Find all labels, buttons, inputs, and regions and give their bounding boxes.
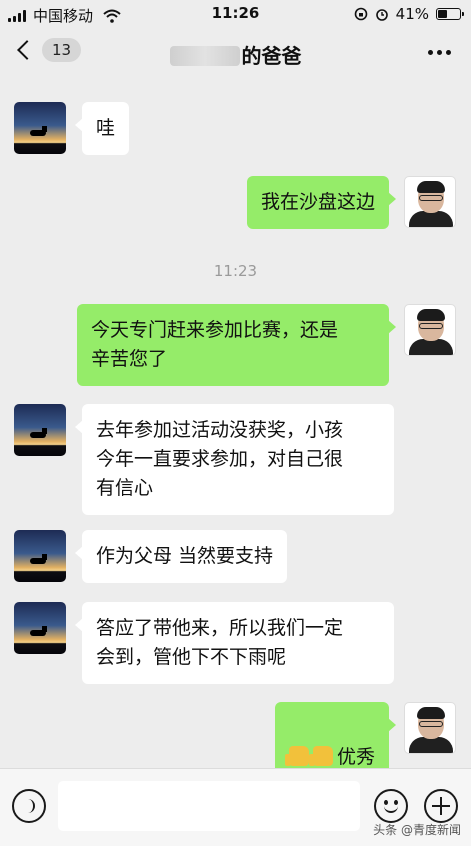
message-text: 优秀: [336, 746, 375, 768]
emoji-icon: [376, 791, 406, 821]
rotation-lock-icon: [354, 7, 367, 21]
contact-avatar[interactable]: [14, 102, 66, 154]
contact-avatar[interactable]: [14, 530, 66, 582]
chat-nav-bar: 13 的爸爸: [0, 28, 471, 78]
thumbs-up-emoji-icon: [284, 746, 309, 766]
watermark: 头条 @青度新闻: [373, 823, 461, 837]
message-bubble-incoming[interactable]: 去年参加过活动没获奖，小孩 今年一直要求参加，对自己很 有信心: [75, 404, 394, 515]
status-bar: 中国移动 11:26 41%: [0, 0, 471, 28]
more-dot-icon: [437, 50, 442, 55]
more-dot-icon: [446, 50, 451, 55]
thumbs-up-emoji-icon: [308, 746, 333, 766]
message-timestamp: 11:23: [213, 262, 258, 280]
battery-icon: [436, 8, 464, 20]
contact-avatar[interactable]: [14, 602, 66, 654]
more-functions-button[interactable]: [424, 789, 458, 823]
chat-title: 的爸爸: [0, 40, 471, 69]
more-dot-icon: [428, 50, 433, 55]
chat-title-text: 的爸爸: [241, 44, 302, 68]
alarm-icon: [375, 9, 388, 21]
battery-fill: [438, 10, 448, 18]
message-bubble-incoming[interactable]: 答应了带他来，所以我们一定 会到，管他下不下雨呢: [75, 602, 394, 684]
message-bubble-incoming[interactable]: 作为父母 当然要支持: [74, 530, 288, 583]
message-bubble-outgoing[interactable]: 我在沙盘这边: [246, 176, 397, 229]
emoji-button[interactable]: [374, 789, 408, 823]
status-right: 41%: [354, 5, 464, 23]
contact-avatar[interactable]: [14, 404, 66, 456]
voice-icon: [25, 799, 35, 813]
voice-input-button[interactable]: [12, 789, 46, 823]
message-bubble-outgoing[interactable]: 今天专门赶来参加比赛，还是 辛苦您了: [77, 304, 396, 386]
blurred-name: [169, 46, 240, 66]
my-avatar[interactable]: [404, 702, 456, 754]
battery-percent: 41%: [395, 5, 429, 23]
message-bubble-incoming[interactable]: 哇: [74, 102, 130, 155]
my-avatar[interactable]: [404, 176, 456, 228]
my-avatar[interactable]: [404, 304, 456, 356]
message-input[interactable]: [58, 781, 360, 831]
more-options-button[interactable]: [428, 50, 451, 55]
chat-input-bar: 头条 @青度新闻: [0, 768, 471, 846]
